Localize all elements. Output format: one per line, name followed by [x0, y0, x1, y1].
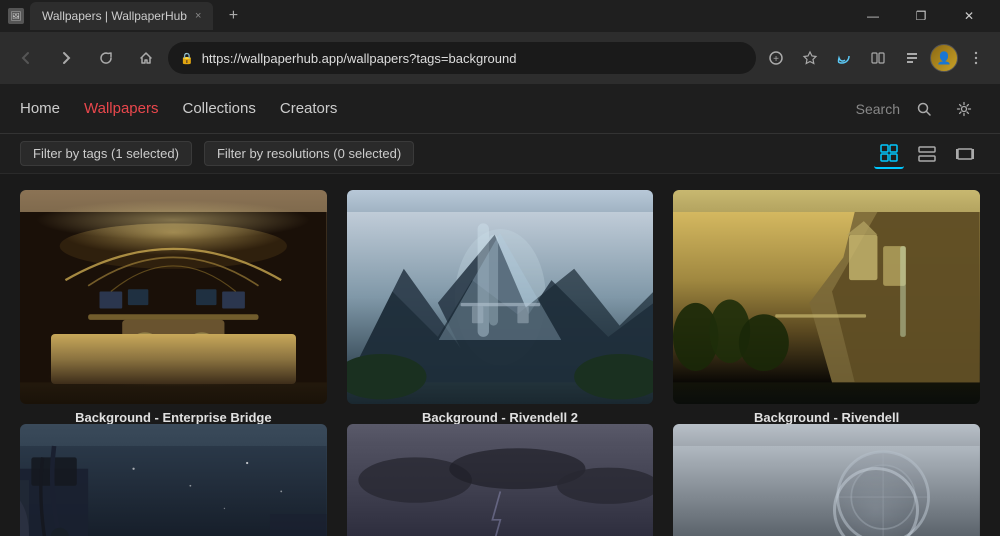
forward-button[interactable]: [48, 40, 84, 76]
wallpaper-item[interactable]: Background - Enterprise Bridge Michael G…: [20, 190, 327, 404]
wallpaper-item[interactable]: Background - Rivendell 2 Michael Gillett: [347, 190, 654, 404]
svg-text:+: +: [773, 54, 779, 65]
wallpaper-title: Background - Rivendell 2: [347, 410, 654, 425]
search-button[interactable]: [908, 93, 940, 125]
url-text: https://wallpaperhub.app/wallpapers?tags…: [202, 51, 744, 66]
site-navigation: Home Wallpapers Collections Creators: [20, 96, 337, 121]
maximize-button[interactable]: ❐: [898, 0, 944, 32]
new-tab-button[interactable]: +: [219, 2, 247, 30]
wallpaper-thumbnail: [347, 424, 654, 536]
menu-button[interactable]: [960, 42, 992, 74]
nav-wallpapers[interactable]: Wallpapers: [84, 96, 158, 121]
site-header: Home Wallpapers Collections Creators Sea…: [0, 84, 1000, 134]
home-button[interactable]: [128, 40, 164, 76]
browser-title-bar: 🖼 Wallpapers | WallpaperHub × + — ❐ ✕: [0, 0, 1000, 32]
minimize-button[interactable]: —: [850, 0, 896, 32]
settings-button[interactable]: [948, 93, 980, 125]
collections-button[interactable]: [896, 42, 928, 74]
browser-tab[interactable]: Wallpapers | WallpaperHub ×: [30, 2, 213, 30]
wallpaper-thumbnail: [20, 424, 327, 536]
favorites-star-button[interactable]: [794, 42, 826, 74]
tab-close-button[interactable]: ×: [195, 10, 201, 22]
address-bar[interactable]: 🔒 https://wallpaperhub.app/wallpapers?ta…: [168, 42, 756, 74]
nav-creators[interactable]: Creators: [280, 96, 338, 121]
wallpaper-title: Background - Enterprise Bridge: [20, 410, 327, 425]
search-area: Search: [856, 101, 900, 117]
add-favorites-button[interactable]: +: [760, 42, 792, 74]
refresh-button[interactable]: [88, 40, 124, 76]
wallpaper-thumbnail: [673, 190, 980, 404]
wallpaper-title: Background - Rivendell: [673, 410, 980, 425]
filter-resolutions-button[interactable]: Filter by resolutions (0 selected): [204, 141, 414, 166]
filter-tags-button[interactable]: Filter by tags (1 selected): [20, 141, 192, 166]
wallpaper-grid: Background - Enterprise Bridge Michael G…: [0, 174, 1000, 536]
edge-icon[interactable]: [828, 42, 860, 74]
wallpaper-thumbnail: [20, 190, 327, 404]
wallpaper-item[interactable]: Background - Death Star Ruins 2 Star War…: [347, 424, 654, 536]
grid-view-button[interactable]: [874, 139, 904, 169]
view-controls: [874, 139, 980, 169]
back-button[interactable]: [8, 40, 44, 76]
wallpaper-item[interactable]: Background - Death Star Ruins Star Wars: [673, 424, 980, 536]
single-view-button[interactable]: [950, 139, 980, 169]
lock-icon: 🔒: [180, 52, 194, 65]
reading-view-button[interactable]: [862, 42, 894, 74]
wallpaper-thumbnail: [347, 190, 654, 404]
browser-favicon: 🖼: [8, 8, 24, 24]
nav-collections[interactable]: Collections: [183, 96, 256, 121]
list-view-button[interactable]: [912, 139, 942, 169]
wallpaper-item[interactable]: Background - Death Star Ruins 3 Star War…: [20, 424, 327, 536]
browser-nav-bar: 🔒 https://wallpaperhub.app/wallpapers?ta…: [0, 32, 1000, 84]
profile-avatar[interactable]: 👤: [930, 44, 958, 72]
tab-title: Wallpapers | WallpaperHub: [42, 9, 187, 23]
close-button[interactable]: ✕: [946, 0, 992, 32]
nav-home[interactable]: Home: [20, 96, 60, 121]
site-header-right: Search: [856, 93, 980, 125]
window-controls: — ❐ ✕: [850, 0, 992, 32]
search-label: Search: [856, 101, 900, 117]
filter-bar: Filter by tags (1 selected) Filter by re…: [0, 134, 1000, 174]
wallpaper-thumbnail: [673, 424, 980, 536]
wallpaper-item[interactable]: Background - Rivendell Michael Gillett: [673, 190, 980, 404]
browser-right-icons: + 👤: [760, 42, 992, 74]
